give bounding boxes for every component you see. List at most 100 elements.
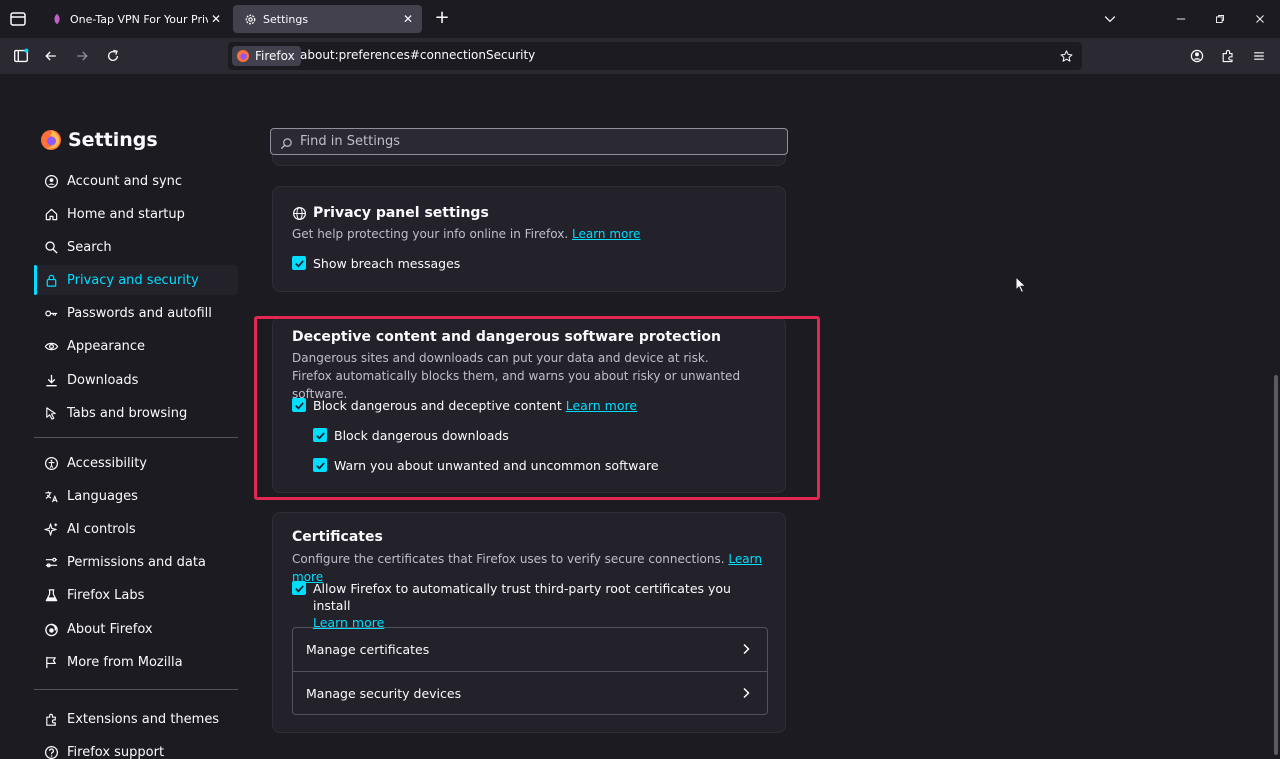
minimize-icon[interactable] <box>1171 9 1191 29</box>
sidebar-item-label: Firefox support <box>67 744 165 759</box>
sidebar-toggle-icon[interactable] <box>10 45 32 67</box>
sidebar-item-label: More from Mozilla <box>67 654 183 670</box>
lock-icon <box>43 272 59 288</box>
sidebar-item-label: Account and sync <box>67 173 183 189</box>
url-text[interactable]: about:preferences#connectionSecurity <box>300 48 535 62</box>
sidebar-item-tabs[interactable]: Tabs and browsing <box>34 398 238 428</box>
sidebar-item-languages[interactable]: Languages <box>34 481 238 511</box>
search-icon <box>280 135 294 149</box>
download-icon <box>43 372 59 388</box>
menu-icon[interactable] <box>1248 45 1270 67</box>
bookmark-star-icon[interactable] <box>1056 46 1076 66</box>
warn-unwanted-software-checkbox[interactable] <box>313 458 327 472</box>
firefox-icon <box>43 621 59 637</box>
sidebar-item-label: Privacy and security <box>67 272 199 288</box>
close-window-icon[interactable] <box>1250 9 1270 29</box>
block-dangerous-downloads-checkbox[interactable] <box>313 428 327 442</box>
privacy-panel-title: Privacy panel settings <box>292 205 489 221</box>
tab-title: One-Tap VPN For Your Privacy & <box>70 12 208 26</box>
identity-label: Firefox <box>255 49 295 63</box>
allow-third-party-certs-checkbox[interactable] <box>292 581 306 595</box>
sidebar-item-downloads[interactable]: Downloads <box>34 365 238 395</box>
sidebar-item-ai-controls[interactable]: AI controls <box>34 514 238 544</box>
mouse-cursor-icon <box>1015 275 1027 294</box>
sidebar-item-label: Firefox Labs <box>67 587 145 603</box>
tab-vpn[interactable]: One-Tap VPN For Your Privacy & ✕ <box>40 5 230 33</box>
navigation-bar: Firefox about:preferences#connectionSecu… <box>0 38 1280 74</box>
sidebar-item-appearance[interactable]: Appearance <box>34 331 238 361</box>
sidebar-item-label: Tabs and browsing <box>67 405 188 421</box>
show-breach-messages-checkbox[interactable] <box>292 256 306 270</box>
sidebar-item-label: Home and startup <box>67 206 185 222</box>
back-icon[interactable] <box>40 45 62 67</box>
settings-search-box[interactable] <box>270 128 788 155</box>
close-tab-icon[interactable]: ✕ <box>400 11 416 27</box>
firefox-logo-icon <box>40 129 62 151</box>
privacy-panel-description: Get help protecting your info online in … <box>292 227 641 241</box>
sidebar-item-extensions[interactable]: Extensions and themes <box>34 704 238 734</box>
sidebar-item-account[interactable]: Account and sync <box>34 166 238 196</box>
extensions-icon[interactable] <box>1217 45 1239 67</box>
forward-icon[interactable] <box>71 45 93 67</box>
flask-icon <box>43 587 59 603</box>
learn-more-link[interactable]: Learn more <box>572 227 640 241</box>
sidebar-item-privacy[interactable]: Privacy and security <box>34 265 238 295</box>
pointer-icon <box>43 405 59 421</box>
accessibility-icon <box>43 455 59 471</box>
sidebar-item-label: Languages <box>67 488 138 504</box>
sidebar-header: Settings <box>40 129 158 151</box>
sidebar-item-more-mozilla[interactable]: More from Mozilla <box>34 647 238 677</box>
sidebar-item-label: Appearance <box>67 338 146 354</box>
reload-icon[interactable] <box>102 45 124 67</box>
block-deceptive-content-checkbox[interactable] <box>292 398 306 412</box>
close-tab-icon[interactable]: ✕ <box>208 11 224 27</box>
gear-icon <box>243 12 257 26</box>
sidebar-item-about-firefox[interactable]: About Firefox <box>34 614 238 644</box>
sidebar-item-label: Downloads <box>67 372 139 388</box>
globe-icon <box>292 206 307 221</box>
help-icon <box>43 744 59 759</box>
sidebar-item-support[interactable]: Firefox support <box>34 737 238 759</box>
manage-certificates-button[interactable]: Manage certificates <box>293 628 767 671</box>
account-icon <box>43 173 59 189</box>
allow-third-party-certs-row[interactable]: Allow Firefox to automatically trust thi… <box>292 580 752 631</box>
chevron-right-icon <box>739 686 753 700</box>
eye-icon <box>43 338 59 354</box>
mozilla-icon <box>43 654 59 670</box>
sidebar-item-label: Search <box>67 239 112 255</box>
sidebar-item-search[interactable]: Search <box>34 232 238 262</box>
sidebar-divider <box>34 437 238 438</box>
sidebar-item-firefox-labs[interactable]: Firefox Labs <box>34 580 238 610</box>
page-scrollbar[interactable] <box>1274 375 1278 755</box>
sidebar-item-label: Permissions and data <box>67 554 206 570</box>
account-icon[interactable] <box>1186 45 1208 67</box>
sidebar-item-home[interactable]: Home and startup <box>34 199 238 229</box>
manage-security-devices-button[interactable]: Manage security devices <box>293 671 767 714</box>
url-bar[interactable]: Firefox about:preferences#connectionSecu… <box>228 42 1082 70</box>
restore-icon[interactable] <box>1210 9 1230 29</box>
identity-box[interactable]: Firefox <box>232 46 301 66</box>
block-dangerous-downloads-row[interactable]: Block dangerous downloads <box>313 427 509 444</box>
block-deceptive-content-row[interactable]: Block dangerous and deceptive content Le… <box>292 397 637 414</box>
sidebar-item-label: Extensions and themes <box>67 711 220 727</box>
learn-more-link[interactable]: Learn more <box>566 397 637 414</box>
puzzle-icon <box>43 711 59 727</box>
home-icon <box>43 206 59 222</box>
sidebar-title: Settings <box>68 129 158 151</box>
new-tab-icon[interactable]: + <box>432 9 452 29</box>
tab-title: Settings <box>263 12 309 26</box>
chevron-right-icon <box>739 642 753 656</box>
tab-settings[interactable]: Settings ✕ <box>233 5 422 33</box>
sidebar-item-permissions[interactable]: Permissions and data <box>34 547 238 577</box>
tab-list-icon[interactable] <box>8 9 28 29</box>
key-icon <box>43 305 59 321</box>
warn-unwanted-software-row[interactable]: Warn you about unwanted and uncommon sof… <box>313 457 659 474</box>
deceptive-content-description: Dangerous sites and downloads can put yo… <box>292 351 741 401</box>
search-input[interactable] <box>300 134 770 149</box>
show-breach-messages-row[interactable]: Show breach messages <box>292 255 460 272</box>
chevron-down-icon[interactable] <box>1100 9 1120 29</box>
sidebar-item-passwords[interactable]: Passwords and autofill <box>34 298 238 328</box>
sidebar-divider <box>34 689 238 690</box>
sidebar-item-accessibility[interactable]: Accessibility <box>34 448 238 478</box>
translate-icon <box>43 488 59 504</box>
